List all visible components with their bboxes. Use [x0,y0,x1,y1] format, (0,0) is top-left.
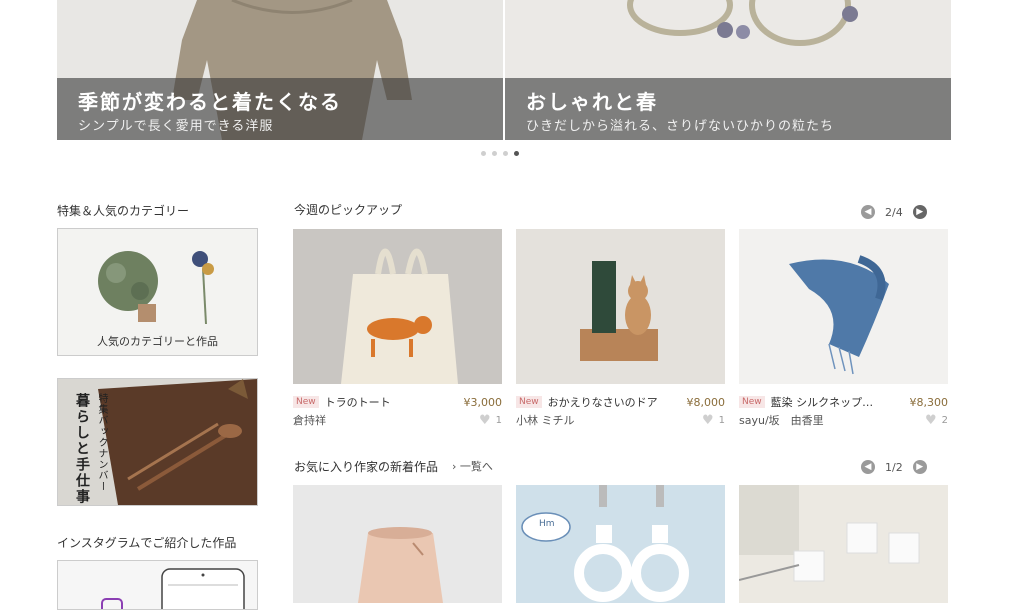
prev-arrow-icon[interactable]: ◀ [861,460,875,474]
heart-icon: ♥ [924,412,937,428]
product-image[interactable] [739,229,948,384]
favorite-count: 1 [495,414,502,426]
product-card[interactable]: Hm [516,485,725,603]
phone-image [58,561,257,609]
product-price: ¥8,000 [686,395,726,409]
new-badge: New [516,396,542,408]
door-and-dog-image [516,229,725,384]
product-price: ¥3,000 [463,395,503,409]
carousel-dot-active[interactable] [514,151,519,156]
category-card[interactable]: 人気のカテゴリーと作品 [57,228,258,356]
next-arrow-icon[interactable]: ▶ [912,460,927,474]
view-all-link[interactable]: › 一覧へ [452,458,493,474]
carousel-dot[interactable] [492,151,497,156]
pickup-page-indicator: 2/4 [885,205,903,219]
favorite-count: 2 [941,414,948,426]
maker-name[interactable]: sayu/坂 由香里 [739,412,925,428]
product-card[interactable] [293,485,502,603]
carousel-dots [481,151,519,156]
feature-title: 暮らしと手仕事 [74,393,90,505]
favorite-button[interactable]: ♥ 1 [479,414,502,427]
product-image[interactable] [293,485,502,603]
prev-arrow-icon[interactable]: ◀ [861,205,875,219]
product-image[interactable]: Hm [516,485,725,603]
maker-name[interactable]: 小林 ミチル [516,412,702,428]
leather-pouch-image [293,485,502,603]
carousel-dot[interactable] [503,151,508,156]
tag-text: Hm [539,519,555,529]
maker-name[interactable]: 倉持祥 [293,412,479,428]
product-card[interactable]: New 藍染 シルクネップ… ¥8,300 sayu/坂 由香里 ♥ 2 [739,229,948,427]
favorite-count: 1 [718,414,725,426]
product-card[interactable] [739,485,948,603]
indigo-scarf-image [739,229,948,384]
sidebar-heading-instagram: インスタグラムでご紹介した作品 [57,536,237,550]
product-image[interactable] [293,229,502,384]
carousel-dot[interactable] [481,151,486,156]
product-name[interactable]: 藍染 シルクネップ… [771,394,904,410]
hero-caption: 季節が変わると着たくなる シンプルで長く愛用できる洋服 [57,78,503,140]
next-arrow-icon[interactable]: ▶ [912,205,927,219]
favorite-button[interactable]: ♥ 1 [702,414,725,427]
new-badge: New [293,396,319,408]
hero-subtitle: ひきだしから溢れる、さりげないひかりの粒たち [526,119,835,134]
chevron-right-icon: › [452,460,457,473]
heart-icon: ♥ [701,412,714,428]
hero-subtitle: シンプルで長く愛用できる洋服 [78,119,274,134]
hero-title: 季節が変わると着たくなる [78,90,342,114]
heart-icon: ♥ [478,412,491,428]
white-cube-earrings-image [739,485,948,603]
product-name[interactable]: おかえりなさいのドア [548,394,681,410]
feature-backnumber-card[interactable]: 暮らしと手仕事 特集バックナンバー [57,378,258,506]
favorites-page-indicator: 1/2 [885,460,903,474]
new-badge: New [739,396,765,408]
category-card-label: 人気のカテゴリーと作品 [97,335,218,348]
sidebar-heading-categories: 特集＆人気のカテゴリー [57,204,190,218]
product-card[interactable]: New トラのトート ¥3,000 倉持祥 ♥ 1 [293,229,502,427]
hero-caption: おしゃれと春 ひきだしから溢れる、さりげないひかりの粒たち [505,78,951,140]
pickup-section-title: 今週のピックアップ [294,203,403,217]
product-name[interactable]: トラのトート [325,394,458,410]
view-all-label: 一覧へ [459,460,493,473]
hero-title: おしゃれと春 [526,90,658,114]
product-card[interactable]: New おかえりなさいのドア ¥8,000 小林 ミチル ♥ 1 [516,229,725,427]
product-price: ¥8,300 [909,395,949,409]
hero-slide-sweater[interactable]: 季節が変わると着たくなる シンプルで長く愛用できる洋服 [57,0,503,140]
hero-carousel[interactable]: 季節が変わると着たくなる シンプルで長く愛用できる洋服 おしゃれと春 ひきだしか… [57,0,951,140]
pickup-pager: ◀ 2/4 ▶ [861,205,927,219]
hero-slide-earrings[interactable]: おしゃれと春 ひきだしから溢れる、さりげないひかりの粒たち [505,0,951,140]
white-earrings-image [516,485,725,603]
favorites-pager: ◀ 1/2 ▶ [861,460,927,474]
feature-subtitle: 特集バックナンバー [96,393,107,492]
product-image[interactable] [516,229,725,384]
favorite-button[interactable]: ♥ 2 [925,414,948,427]
product-image[interactable] [739,485,948,603]
favorites-section-title: お気に入り作家の新着作品 [294,460,439,474]
tote-bag-image [293,229,502,384]
